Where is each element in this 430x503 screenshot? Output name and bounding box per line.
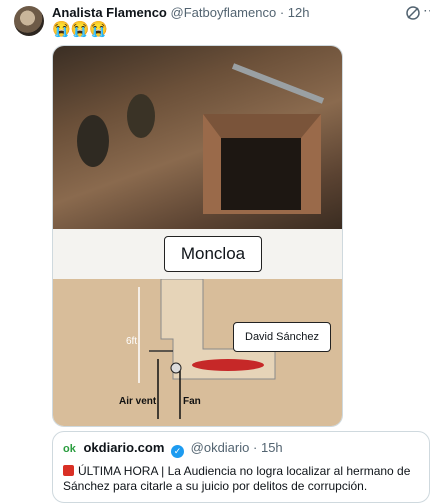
fan-label: Fan bbox=[183, 396, 201, 407]
hole-photo bbox=[53, 46, 342, 229]
moncloa-callout: Moncloa bbox=[164, 236, 262, 272]
quoted-tweet[interactable]: ok okdiario.com ✓ @okdiario · 15h ÚLTIMA… bbox=[52, 431, 430, 503]
quote-author-name[interactable]: okdiario.com bbox=[83, 440, 164, 455]
more-icon[interactable]: ⋯ bbox=[423, 2, 430, 19]
david-callout: David Sánchez bbox=[233, 322, 331, 352]
quote-time[interactable]: 15h bbox=[261, 440, 283, 455]
quote-text-block: ÚLTIMA HORA | La Audiencia no logra loca… bbox=[63, 464, 418, 494]
quote-header: ok okdiario.com ✓ @okdiario · 15h bbox=[63, 440, 283, 458]
quote-handle[interactable]: @okdiario bbox=[191, 440, 250, 455]
author-handle[interactable]: @Fatboyflamenco bbox=[171, 5, 277, 20]
tweet-time[interactable]: 12h bbox=[288, 5, 310, 20]
author-avatar[interactable] bbox=[14, 6, 44, 36]
depth-label: 6ft bbox=[126, 336, 138, 347]
verified-badge-icon: ✓ bbox=[171, 445, 185, 458]
quote-separator: · bbox=[253, 440, 258, 455]
rotating-light-icon bbox=[63, 465, 74, 476]
grok-icon[interactable] bbox=[405, 5, 421, 21]
tweet-text: 😭😭😭 bbox=[52, 21, 109, 38]
air-vent-label: Air vent bbox=[119, 396, 157, 407]
separator: · bbox=[279, 5, 285, 20]
author-name[interactable]: Analista Flamenco bbox=[52, 5, 167, 20]
quote-text: ÚLTIMA HORA | La Audiencia no logra loca… bbox=[63, 464, 411, 493]
tweet-header: Analista Flamenco @Fatboyflamenco · 12h bbox=[52, 5, 310, 20]
tweet-media[interactable]: Moncloa David Sánchez 6ft Air vent Fan bbox=[52, 45, 343, 427]
okdiario-logo: ok bbox=[63, 443, 76, 455]
